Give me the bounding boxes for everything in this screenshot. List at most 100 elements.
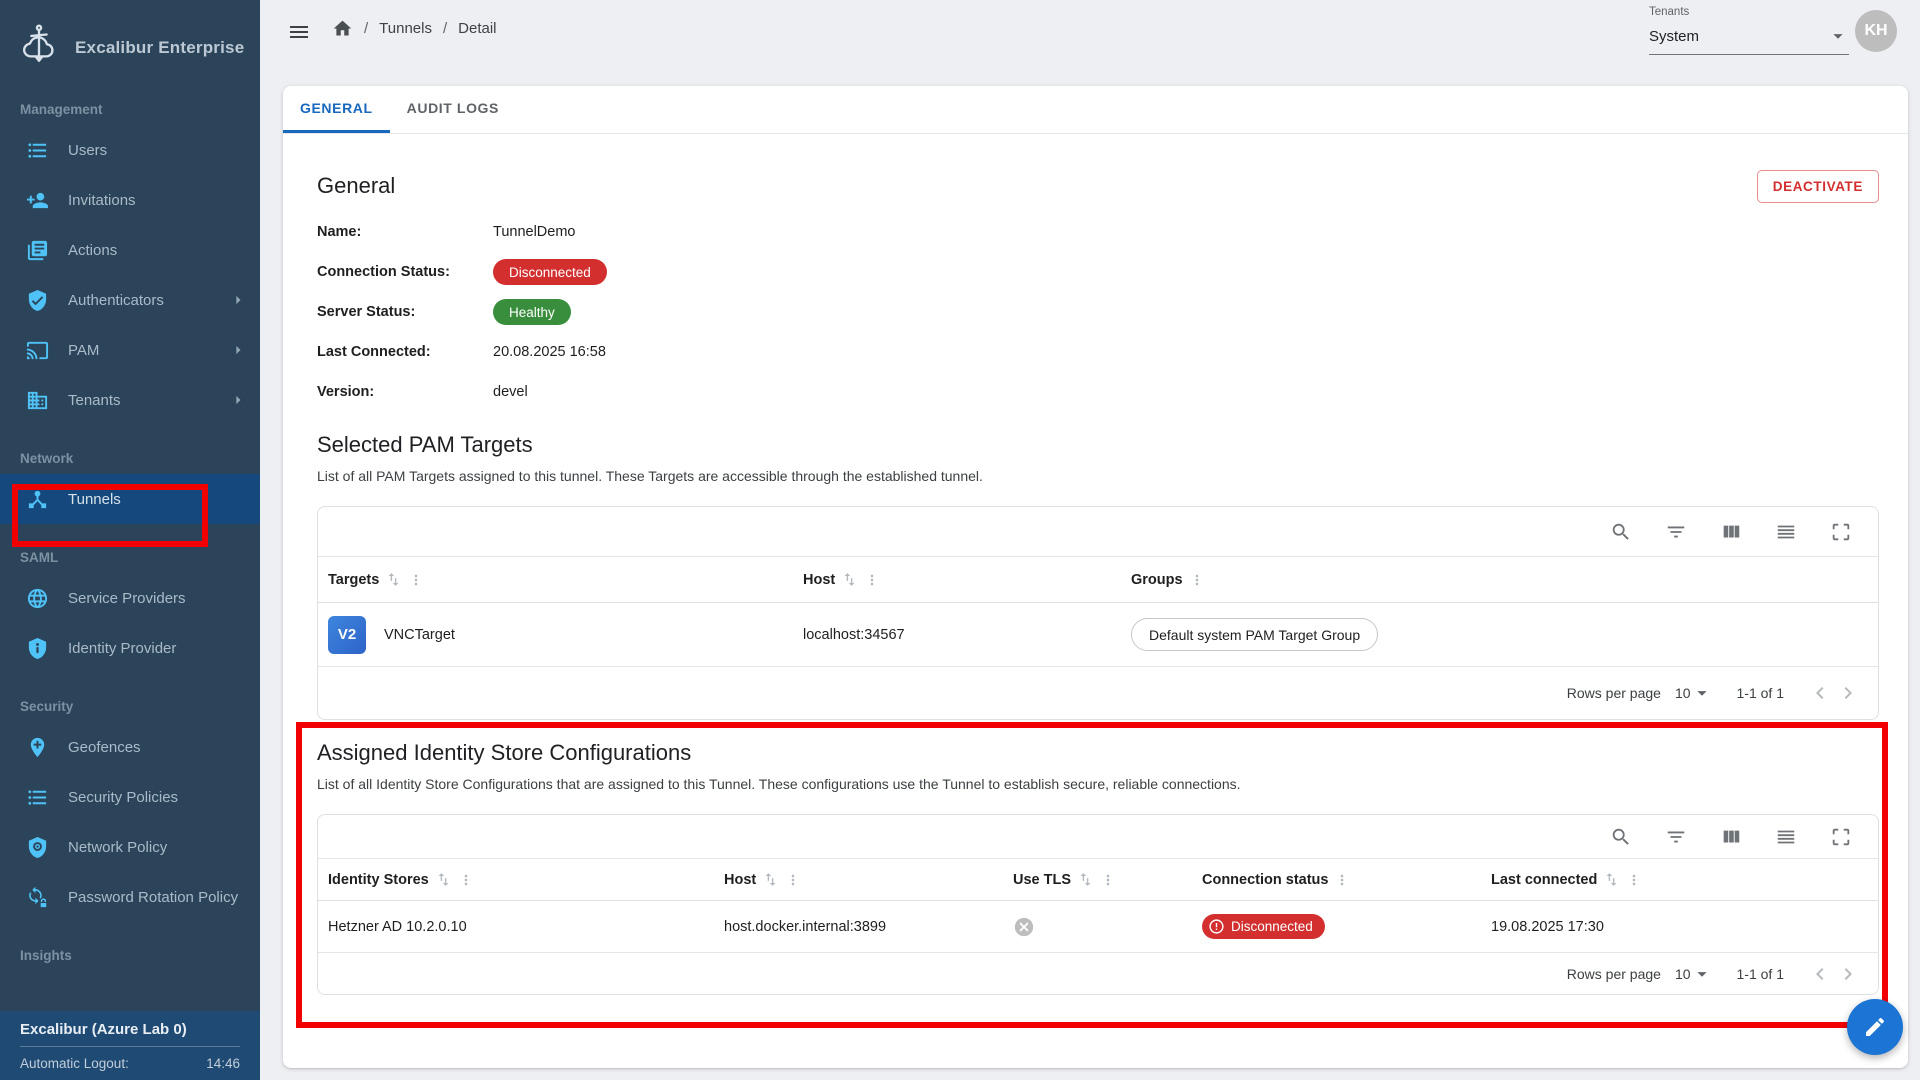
sidebar-item-label: Password Rotation Policy	[68, 889, 238, 906]
column-menu-icon[interactable]	[785, 872, 801, 888]
rows-per-page-select[interactable]: 10	[1675, 682, 1713, 704]
sort-icon[interactable]	[1077, 871, 1094, 888]
sidebar-item-label: Actions	[68, 242, 117, 259]
table-row[interactable]: Hetzner AD 10.2.0.10 host.docker.interna…	[318, 901, 1878, 953]
tls-disabled-cancel-icon	[1013, 916, 1035, 938]
sidebar-item-identity-provider[interactable]: Identity Provider	[0, 623, 260, 673]
shield-identity-icon	[26, 637, 49, 660]
connection-status-badge: Disconnected	[1202, 914, 1325, 939]
pam-target-group-chip[interactable]: Default system PAM Target Group	[1131, 618, 1378, 651]
deactivate-button[interactable]: DEACTIVATE	[1757, 170, 1879, 203]
menu-icon[interactable]	[287, 20, 311, 44]
sort-icon[interactable]	[385, 571, 402, 588]
sidebar-item-actions[interactable]: Actions	[0, 225, 260, 275]
column-menu-icon[interactable]	[408, 572, 424, 588]
sync-lock-icon	[26, 886, 49, 909]
sort-icon[interactable]	[1603, 871, 1620, 888]
chevron-right-icon	[228, 290, 248, 310]
column-menu-icon[interactable]	[1334, 872, 1350, 888]
shield-check-icon	[26, 289, 49, 312]
home-icon[interactable]	[332, 18, 353, 39]
previous-page-button[interactable]	[1806, 960, 1834, 988]
rows-per-page-select[interactable]: 10	[1675, 963, 1713, 985]
nav-section-insights: Insights	[0, 922, 260, 971]
column-menu-icon[interactable]	[1626, 872, 1642, 888]
sidebar-item-password-rotation-policy[interactable]: Password Rotation Policy	[0, 872, 260, 922]
sort-icon[interactable]	[841, 571, 858, 588]
general-section-title: General	[317, 173, 395, 199]
fullscreen-icon[interactable]	[1830, 521, 1852, 543]
tab-audit-logs[interactable]: AUDIT LOGS	[390, 86, 516, 133]
search-icon[interactable]	[1610, 521, 1632, 543]
table-row[interactable]: V2 VNCTarget localhost:34567 Default sys…	[318, 603, 1878, 667]
pagination-range: 1-1 of 1	[1737, 685, 1784, 701]
sidebar-item-tunnels[interactable]: Tunnels	[0, 474, 260, 524]
detail-card: GENERAL AUDIT LOGS General DEACTIVATE Na…	[283, 86, 1908, 1068]
field-name-value: TunnelDemo	[493, 224, 575, 240]
column-header-identity-stores: Identity Stores	[328, 872, 429, 888]
sidebar-item-users[interactable]: Users	[0, 125, 260, 175]
sidebar-item-authenticators[interactable]: Authenticators	[0, 275, 260, 325]
user-avatar[interactable]: KH	[1855, 10, 1897, 52]
sidebar-item-tenants[interactable]: Tenants	[0, 375, 260, 425]
sidebar-item-service-providers[interactable]: Service Providers	[0, 573, 260, 623]
rows-per-page-label: Rows per page	[1567, 685, 1661, 701]
sidebar-item-label: Authenticators	[68, 292, 164, 309]
column-menu-icon[interactable]	[458, 872, 474, 888]
column-menu-icon[interactable]	[1189, 572, 1205, 588]
breadcrumb-separator: /	[443, 20, 447, 37]
sidebar-item-security-policies[interactable]: Security Policies	[0, 772, 260, 822]
identity-stores-table: Identity Stores Host Use TLS Connection …	[317, 814, 1879, 995]
sort-icon[interactable]	[762, 871, 779, 888]
columns-icon[interactable]	[1720, 521, 1742, 543]
table-pagination: Rows per page 10 1-1 of 1	[318, 953, 1878, 994]
column-header-host: Host	[724, 872, 756, 888]
field-server-status-label: Server Status:	[317, 304, 493, 320]
sidebar-item-invitations[interactable]: Invitations	[0, 175, 260, 225]
tab-general[interactable]: GENERAL	[283, 86, 390, 133]
sort-icon[interactable]	[435, 871, 452, 888]
filter-icon[interactable]	[1665, 521, 1687, 543]
building-icon	[26, 389, 49, 412]
density-icon[interactable]	[1775, 826, 1797, 848]
previous-page-button[interactable]	[1806, 679, 1834, 707]
field-connection-status-label: Connection Status:	[317, 264, 493, 280]
edit-fab-button[interactable]	[1847, 999, 1903, 1055]
sidebar-item-network-policy[interactable]: Network Policy	[0, 822, 260, 872]
column-menu-icon[interactable]	[1100, 872, 1116, 888]
shield-scan-icon	[26, 836, 49, 859]
server-status-badge: Healthy	[493, 299, 571, 325]
nav-section-saml: SAML	[0, 524, 260, 573]
sidebar-item-label: Tenants	[68, 392, 121, 409]
filter-icon[interactable]	[1665, 826, 1687, 848]
sidebar-item-pam[interactable]: PAM	[0, 325, 260, 375]
field-last-connected-value: 20.08.2025 16:58	[493, 344, 606, 360]
next-page-button[interactable]	[1834, 960, 1862, 988]
column-header-host: Host	[803, 572, 835, 588]
column-menu-icon[interactable]	[864, 572, 880, 588]
table-header-row: Identity Stores Host Use TLS Connection …	[318, 859, 1878, 901]
tenant-select[interactable]: Tenants System	[1649, 6, 1849, 55]
next-page-button[interactable]	[1834, 679, 1862, 707]
table-toolbar	[318, 815, 1878, 859]
sidebar-item-label: Security Policies	[68, 789, 178, 806]
fullscreen-icon[interactable]	[1830, 826, 1852, 848]
app-logo-row: Excalibur Enterprise	[0, 0, 260, 96]
column-header-connection-status: Connection status	[1202, 872, 1328, 888]
list-icon	[26, 139, 49, 162]
table-pagination: Rows per page 10 1-1 of 1	[318, 667, 1878, 719]
dropdown-caret-icon	[1691, 963, 1713, 985]
table-header-row: Targets Host Groups	[318, 557, 1878, 603]
search-icon[interactable]	[1610, 826, 1632, 848]
sidebar-item-geofences[interactable]: Geofences	[0, 722, 260, 772]
globe-icon	[26, 587, 49, 610]
location-add-icon	[26, 736, 49, 759]
dropdown-caret-icon	[1691, 682, 1713, 704]
breadcrumb-tunnels[interactable]: Tunnels	[379, 20, 432, 37]
table-toolbar	[318, 507, 1878, 557]
density-icon[interactable]	[1775, 521, 1797, 543]
column-header-groups: Groups	[1131, 572, 1183, 588]
identity-store-name: Hetzner AD 10.2.0.10	[328, 919, 467, 935]
columns-icon[interactable]	[1720, 826, 1742, 848]
tab-bar: GENERAL AUDIT LOGS	[283, 86, 1908, 134]
